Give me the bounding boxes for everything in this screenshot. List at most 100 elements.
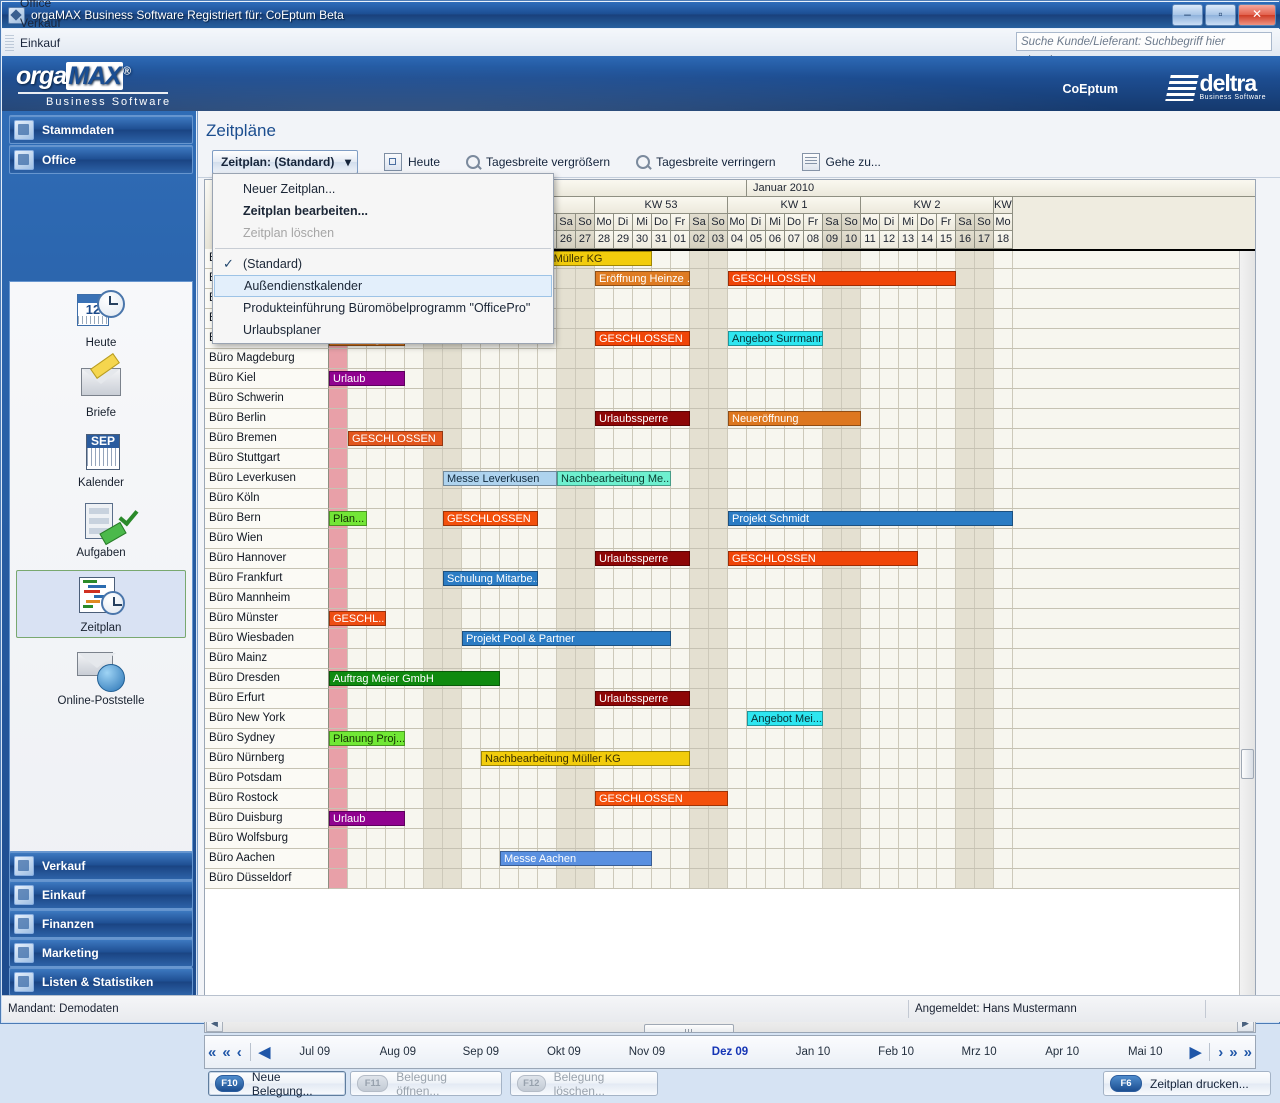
- gantt-cell[interactable]: [462, 609, 481, 628]
- gantt-cell[interactable]: [405, 709, 424, 728]
- gantt-cell[interactable]: [557, 729, 576, 748]
- gantt-cell[interactable]: [443, 349, 462, 368]
- gantt-cell[interactable]: [994, 709, 1013, 728]
- button-belegung-löschen[interactable]: F12Belegung löschen...: [510, 1071, 658, 1096]
- gantt-cell[interactable]: [671, 449, 690, 468]
- gantt-cell[interactable]: [918, 649, 937, 668]
- gantt-cell[interactable]: [937, 789, 956, 808]
- gantt-cell[interactable]: [899, 309, 918, 328]
- gantt-cell[interactable]: [690, 429, 709, 448]
- gantt-cell[interactable]: [918, 709, 937, 728]
- gantt-bar[interactable]: Nachbearbeitung Me..: [557, 471, 671, 486]
- gantt-cell[interactable]: [861, 489, 880, 508]
- gantt-cell[interactable]: [709, 309, 728, 328]
- gantt-cell[interactable]: [386, 609, 405, 628]
- gantt-cell[interactable]: [956, 309, 975, 328]
- gantt-cell[interactable]: [918, 609, 937, 628]
- gantt-cell[interactable]: [994, 689, 1013, 708]
- gantt-cell[interactable]: [956, 789, 975, 808]
- gantt-cell[interactable]: [443, 429, 462, 448]
- gantt-cell[interactable]: [804, 529, 823, 548]
- gantt-cell[interactable]: [652, 669, 671, 688]
- gantt-cell[interactable]: [880, 729, 899, 748]
- gantt-cell[interactable]: [329, 769, 348, 788]
- gantt-cell[interactable]: [405, 689, 424, 708]
- gantt-cell[interactable]: [424, 849, 443, 868]
- gantt-cell[interactable]: [557, 409, 576, 428]
- gantt-cell[interactable]: [614, 829, 633, 848]
- gantt-cell[interactable]: [367, 629, 386, 648]
- gantt-cell[interactable]: [576, 789, 595, 808]
- gantt-cell[interactable]: [576, 369, 595, 388]
- gantt-cell[interactable]: [842, 309, 861, 328]
- gantt-cell[interactable]: [443, 369, 462, 388]
- gantt-cell[interactable]: [576, 529, 595, 548]
- gantt-cell[interactable]: [576, 449, 595, 468]
- gantt-cell[interactable]: [766, 449, 785, 468]
- gantt-cell[interactable]: [975, 669, 994, 688]
- gantt-row-track[interactable]: [329, 589, 1255, 609]
- gantt-cell[interactable]: [652, 249, 671, 268]
- gantt-cell[interactable]: [348, 649, 367, 668]
- month-nav-nov-09[interactable]: Nov 09: [605, 1046, 688, 1058]
- gantt-cell[interactable]: [899, 809, 918, 828]
- gantt-cell[interactable]: [386, 689, 405, 708]
- gantt-cell[interactable]: [329, 469, 348, 488]
- gantt-cell[interactable]: [899, 329, 918, 348]
- gantt-cell[interactable]: [747, 609, 766, 628]
- gantt-cell[interactable]: [443, 549, 462, 568]
- gantt-cell[interactable]: [405, 449, 424, 468]
- gantt-cell[interactable]: [823, 629, 842, 648]
- gantt-cell[interactable]: [899, 709, 918, 728]
- gantt-row-track[interactable]: Nachbearbeitung Müller KG: [329, 749, 1255, 769]
- gantt-cell[interactable]: [918, 589, 937, 608]
- gantt-cell[interactable]: [348, 709, 367, 728]
- gantt-cell[interactable]: [823, 849, 842, 868]
- gantt-row-track[interactable]: Planung Proj...: [329, 729, 1255, 749]
- gantt-cell[interactable]: [595, 709, 614, 728]
- gantt-bar[interactable]: Eröffnung Heinze ..: [595, 271, 690, 286]
- gantt-cell[interactable]: [975, 429, 994, 448]
- gantt-cell[interactable]: [386, 349, 405, 368]
- gantt-cell[interactable]: [804, 829, 823, 848]
- gantt-cell[interactable]: [595, 309, 614, 328]
- gantt-cell[interactable]: [595, 509, 614, 528]
- gantt-cell[interactable]: [405, 729, 424, 748]
- gantt-bar[interactable]: GESCHLOSSEN: [595, 791, 728, 806]
- gantt-cell[interactable]: [329, 429, 348, 448]
- gantt-cell[interactable]: [994, 349, 1013, 368]
- gantt-cell[interactable]: [690, 269, 709, 288]
- gantt-row-label[interactable]: Büro Sydney: [205, 729, 329, 749]
- gantt-cell[interactable]: [709, 729, 728, 748]
- gantt-cell[interactable]: [557, 329, 576, 348]
- gantt-cell[interactable]: [557, 829, 576, 848]
- gantt-cell[interactable]: [804, 449, 823, 468]
- gantt-cell[interactable]: [937, 749, 956, 768]
- gantt-cell[interactable]: [804, 469, 823, 488]
- gantt-cell[interactable]: [747, 869, 766, 888]
- toolbar-gehe-zu[interactable]: Gehe zu...: [802, 153, 881, 171]
- gantt-cell[interactable]: [690, 389, 709, 408]
- gantt-cell[interactable]: [614, 809, 633, 828]
- gantt-cell[interactable]: [747, 649, 766, 668]
- gantt-cell[interactable]: [538, 569, 557, 588]
- gantt-cell[interactable]: [994, 389, 1013, 408]
- gantt-cell[interactable]: [538, 829, 557, 848]
- gantt-cell[interactable]: [557, 869, 576, 888]
- gantt-cell[interactable]: [937, 729, 956, 748]
- gantt-cell[interactable]: [823, 749, 842, 768]
- gantt-cell[interactable]: [994, 869, 1013, 888]
- gantt-cell[interactable]: [728, 789, 747, 808]
- gantt-cell[interactable]: [766, 649, 785, 668]
- gantt-cell[interactable]: [728, 289, 747, 308]
- gantt-cell[interactable]: [367, 769, 386, 788]
- gantt-row-track[interactable]: Projekt Pool & Partner: [329, 629, 1255, 649]
- gantt-cell[interactable]: [709, 269, 728, 288]
- gantt-cell[interactable]: [443, 769, 462, 788]
- gantt-cell[interactable]: [918, 469, 937, 488]
- gantt-cell[interactable]: [405, 489, 424, 508]
- gantt-cell[interactable]: [861, 289, 880, 308]
- gantt-cell[interactable]: [633, 829, 652, 848]
- gantt-bar[interactable]: Messe Aachen: [500, 851, 652, 866]
- gantt-cell[interactable]: [671, 649, 690, 668]
